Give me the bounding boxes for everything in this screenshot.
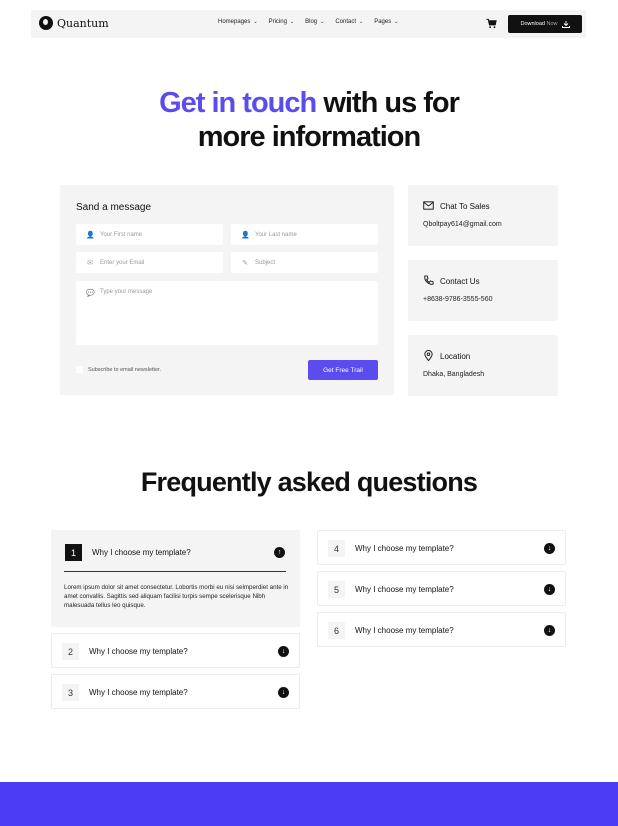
chevron-down-icon: ⌄ bbox=[394, 19, 399, 25]
message-form-card: Sand a message 👤 Your First name 👤 Your … bbox=[60, 185, 394, 395]
chat-bubble-icon: 💬 bbox=[86, 290, 95, 297]
contact-card-phone: Contact Us +8638-9786-3555-560 bbox=[408, 260, 558, 321]
cart-icon[interactable] bbox=[486, 18, 497, 29]
arrow-up-icon[interactable]: ↑ bbox=[274, 547, 285, 558]
top-navbar: Quantum Homepages ⌄ Pricing ⌄ Blog ⌄ Contac… bbox=[31, 10, 586, 38]
message-textarea[interactable]: 💬 Type your message bbox=[76, 281, 378, 345]
card-title: Chat To Sales bbox=[440, 202, 490, 211]
mail-icon: ✉ bbox=[87, 259, 93, 267]
contact-card-location: Location Dhaka, Bangladesh bbox=[408, 335, 558, 396]
chevron-down-icon: ⌄ bbox=[253, 19, 258, 25]
faq-item-5[interactable]: 5 Why I choose my template? ↓ bbox=[317, 571, 566, 606]
logo-mark-icon bbox=[39, 16, 53, 30]
newsletter-checkbox-row[interactable]: Subscribe to email newsletter. bbox=[76, 366, 161, 373]
faq-question: Why I choose my template? bbox=[355, 626, 454, 635]
newsletter-label: Subscribe to email newsletter. bbox=[88, 366, 162, 373]
card-value: Dhaka, Bangladesh bbox=[423, 371, 485, 378]
arrow-down-icon[interactable]: ↓ bbox=[544, 584, 555, 595]
faq-number: 1 bbox=[65, 544, 82, 561]
first-name-field[interactable]: 👤 Your First name bbox=[76, 224, 223, 245]
faq-question: Why I choose my template? bbox=[89, 647, 188, 656]
contact-card-chat: Chat To Sales Qboltpay614@gmail.com bbox=[408, 185, 558, 246]
card-value[interactable]: +8638-9786-3555-560 bbox=[423, 296, 492, 303]
arrow-down-icon[interactable]: ↓ bbox=[278, 646, 289, 657]
logo[interactable]: Quantum bbox=[39, 16, 109, 30]
subject-field[interactable]: ✎ Subject bbox=[231, 252, 378, 273]
arrow-down-icon[interactable]: ↓ bbox=[544, 543, 555, 554]
faq-number: 4 bbox=[328, 540, 345, 557]
main-menu: Homepages ⌄ Pricing ⌄ Blog ⌄ Contact ⌄ Pages… bbox=[218, 19, 398, 25]
chevron-down-icon: ⌄ bbox=[289, 19, 295, 25]
mail-icon bbox=[423, 201, 434, 210]
faq-item-6[interactable]: 6 Why I choose my template? ↓ bbox=[317, 612, 566, 647]
menu-item-homepages[interactable]: Homepages ⌄ bbox=[218, 19, 258, 25]
card-title: Location bbox=[440, 352, 471, 361]
form-title: Sand a message bbox=[76, 202, 152, 213]
faq-question: Why I choose my template? bbox=[89, 688, 188, 697]
faq-item-4[interactable]: 4 Why I choose my template? ↓ bbox=[317, 530, 566, 565]
footer-band bbox=[0, 782, 618, 826]
download-now-button[interactable]: Download Now bbox=[508, 15, 582, 33]
hero-accent-text: Get in touch bbox=[159, 87, 317, 119]
get-free-trail-button[interactable]: Get Free Trail bbox=[308, 360, 378, 380]
hero-heading: Get in touch with us for more informatio… bbox=[159, 87, 460, 153]
chevron-down-icon: ⌄ bbox=[320, 19, 325, 25]
newsletter-checkbox[interactable] bbox=[76, 366, 83, 373]
faq-number: 3 bbox=[62, 684, 79, 701]
menu-item-blog[interactable]: Blog ⌄ bbox=[305, 19, 324, 25]
faq-number: 2 bbox=[62, 643, 79, 660]
divider bbox=[64, 571, 286, 572]
faq-number: 5 bbox=[328, 581, 345, 598]
faq-question: Why I choose my template? bbox=[92, 548, 191, 557]
menu-item-contact[interactable]: Contact ⌄ bbox=[335, 19, 363, 25]
user-icon: 👤 bbox=[86, 231, 95, 239]
arrow-down-icon[interactable]: ↓ bbox=[544, 625, 555, 636]
pencil-icon: ✎ bbox=[242, 259, 248, 267]
last-name-field[interactable]: 👤 Your Last name bbox=[231, 224, 378, 245]
faq-number: 6 bbox=[328, 622, 345, 639]
arrow-down-icon[interactable]: ↓ bbox=[278, 687, 289, 698]
faq-question: Why I choose my template? bbox=[355, 544, 454, 553]
user-icon: 👤 bbox=[241, 231, 250, 239]
card-title: Contact Us bbox=[440, 277, 480, 286]
chevron-down-icon: ⌄ bbox=[359, 19, 364, 25]
faq-item-1-expanded[interactable]: 1 Why I choose my template? ↑ Lorem ipsu… bbox=[51, 530, 300, 627]
faq-item-3[interactable]: 3 Why I choose my template? ↓ bbox=[51, 674, 300, 709]
logo-text: Quantum bbox=[57, 16, 109, 30]
faq-title: Frequently asked questions bbox=[140, 467, 478, 497]
faq-answer: Lorem ipsum dolor sit amet consectetur. … bbox=[64, 584, 289, 609]
faq-question: Why I choose my template? bbox=[355, 585, 454, 594]
phone-icon bbox=[424, 275, 434, 285]
menu-item-pricing[interactable]: Pricing ⌄ bbox=[269, 19, 295, 25]
card-value[interactable]: Qboltpay614@gmail.com bbox=[423, 221, 502, 228]
download-icon bbox=[561, 20, 570, 28]
location-pin-icon bbox=[424, 350, 433, 361]
menu-item-pages[interactable]: Pages ⌄ bbox=[374, 19, 398, 25]
email-field[interactable]: ✉ Enter your Email bbox=[76, 252, 223, 273]
faq-item-2[interactable]: 2 Why I choose my template? ↓ bbox=[51, 633, 300, 668]
